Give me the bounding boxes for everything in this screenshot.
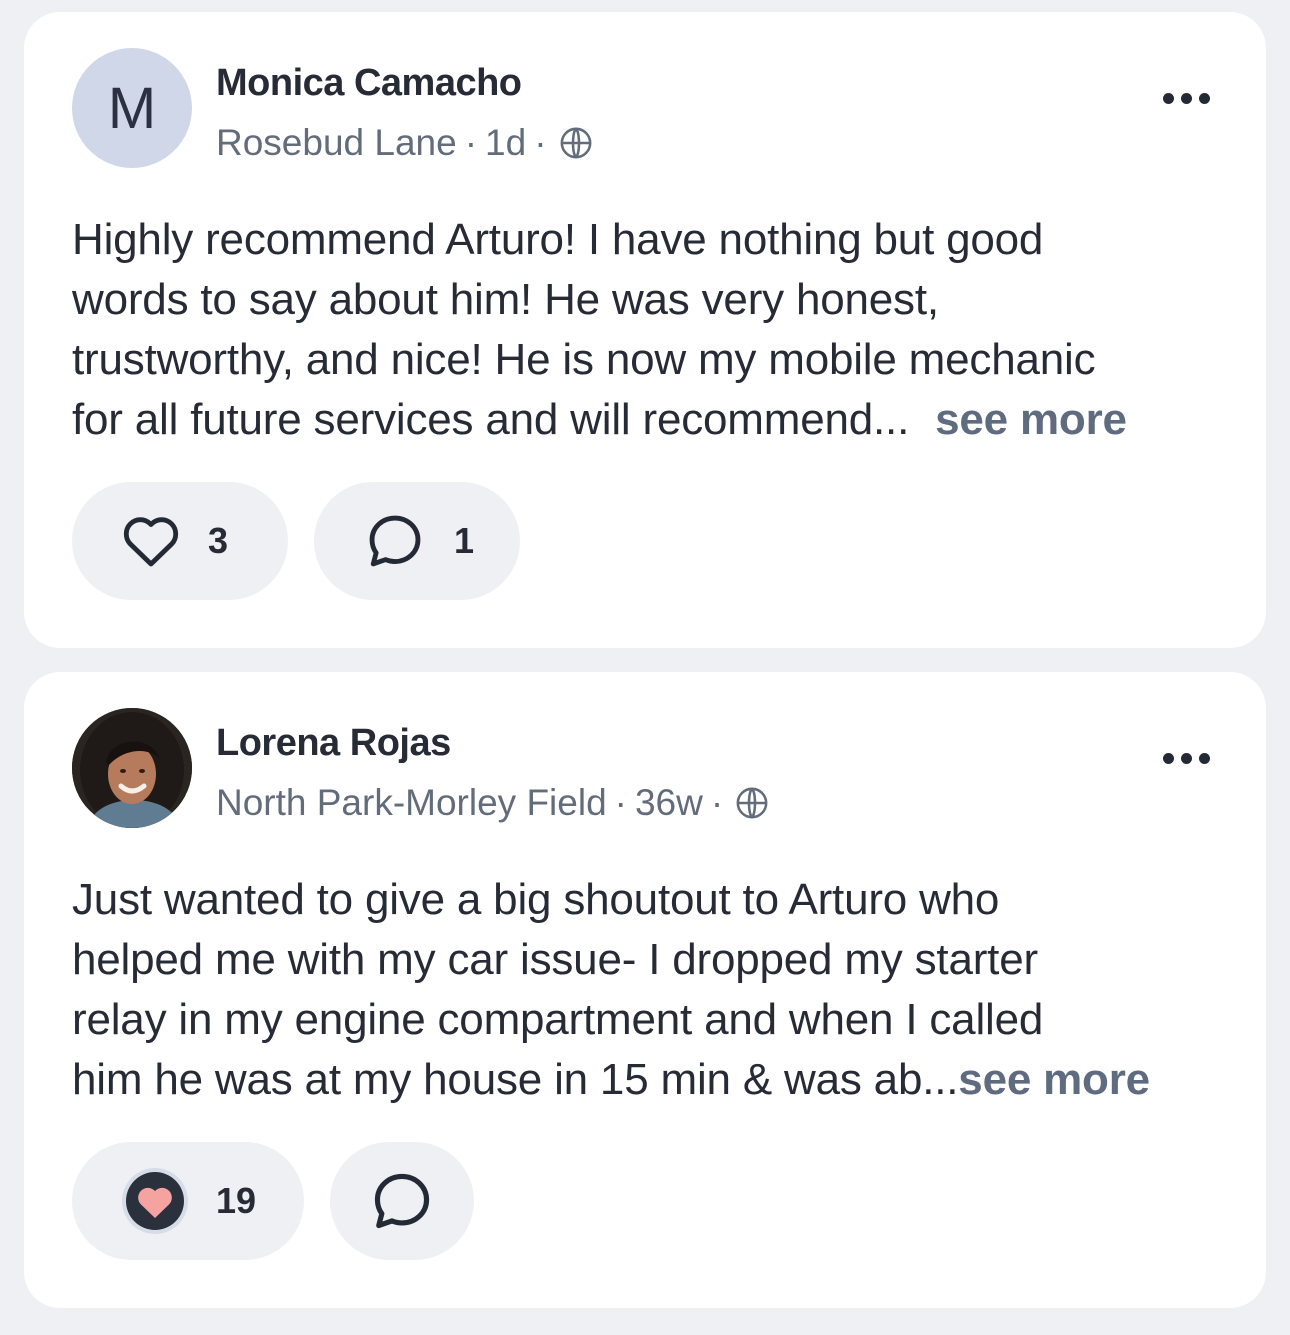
post-body-line: helped me with my car issue- I dropped m…: [72, 935, 1038, 984]
author-name[interactable]: Monica Camacho: [216, 62, 522, 105]
reaction-count: 19: [216, 1180, 257, 1221]
post-body-line: words to say about him! He was very hone…: [72, 275, 939, 324]
post-body-line: for all future services and will recomme…: [72, 395, 910, 444]
more-dot: [1198, 752, 1210, 764]
post-body-line: relay in my engine compartment and when …: [72, 995, 1044, 1044]
heart-filled-icon: [122, 1168, 188, 1234]
more-dot: [1162, 752, 1174, 764]
globe-icon: [736, 787, 768, 819]
reaction-count: 3: [208, 520, 229, 561]
see-more-link[interactable]: see more: [958, 1055, 1150, 1104]
profile-photo: [72, 708, 192, 828]
post-meta: North Park-Morley Field · 36w ·: [216, 782, 769, 824]
post-body-line: Just wanted to give a big shoutout to Ar…: [72, 875, 1000, 924]
more-dot: [1198, 92, 1210, 104]
post-body-last-line: for all future services and will recomme…: [72, 390, 1232, 450]
post-body-last-line: him he was at my house in 15 min & was a…: [72, 1050, 1232, 1110]
more-dot: [1180, 92, 1192, 104]
neighborhood-link[interactable]: Rosebud Lane: [216, 122, 457, 164]
post-body-line: trustworthy, and nice! He is now my mobi…: [72, 335, 1096, 384]
comment-bubble-icon: [374, 1173, 430, 1229]
comment-bubble-icon: [369, 515, 421, 567]
post-card: M Monica Camacho Rosebud Lane · 1d · Hig…: [24, 12, 1266, 648]
post-card: Lorena Rojas North Park-Morley Field · 3…: [24, 672, 1266, 1308]
comment-count: 1: [454, 520, 475, 561]
meta-separator: ·: [464, 122, 478, 163]
like-button[interactable]: 19: [72, 1142, 304, 1260]
post-time[interactable]: 1d: [485, 122, 526, 164]
more-options-button[interactable]: [1154, 738, 1218, 778]
post-body: Just wanted to give a big shoutout to Ar…: [72, 870, 1232, 1110]
heart-outline-icon: [123, 517, 179, 567]
post-body-line: him he was at my house in 15 min & was a…: [72, 1055, 959, 1104]
comment-button[interactable]: [330, 1142, 474, 1260]
post-body-line: Highly recommend Arturo! I have nothing …: [72, 215, 1044, 264]
post-body: Highly recommend Arturo! I have nothing …: [72, 210, 1232, 450]
more-options-button[interactable]: [1154, 78, 1218, 118]
post-time[interactable]: 36w: [635, 782, 703, 824]
post-meta: Rosebud Lane · 1d ·: [216, 122, 593, 164]
like-button[interactable]: 3: [72, 482, 288, 600]
avatar[interactable]: [72, 708, 192, 828]
author-name[interactable]: Lorena Rojas: [216, 722, 451, 765]
comment-button[interactable]: 1: [314, 482, 520, 600]
avatar[interactable]: M: [72, 48, 192, 168]
meta-separator: ·: [534, 122, 547, 163]
globe-icon: [560, 127, 591, 159]
neighborhood-link[interactable]: North Park-Morley Field: [216, 782, 607, 824]
more-dot: [1162, 92, 1174, 104]
more-dot: [1180, 752, 1192, 764]
meta-separator: ·: [710, 782, 724, 823]
meta-separator: ·: [614, 782, 627, 823]
see-more-link[interactable]: see more: [935, 395, 1127, 444]
